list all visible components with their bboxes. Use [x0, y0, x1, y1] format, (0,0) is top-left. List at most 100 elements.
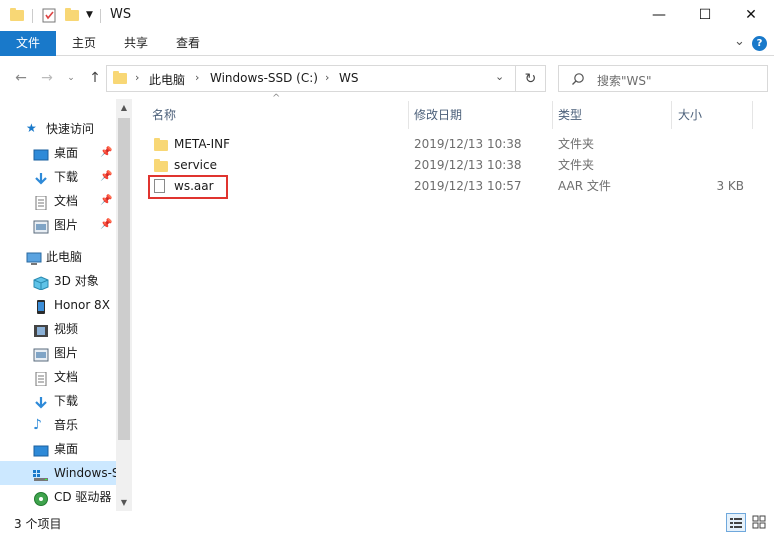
tab-file[interactable]: 文件 — [0, 31, 56, 56]
properties-icon[interactable] — [42, 7, 56, 24]
recent-locations-icon[interactable]: ⌄ — [62, 69, 80, 87]
document-icon — [33, 370, 49, 387]
file-list: ^ 名称 修改日期 类型 大小 META-INF 2019/12/13 10:3… — [132, 93, 774, 511]
column-divider[interactable] — [408, 101, 409, 129]
sort-ascending-icon: ^ — [272, 93, 281, 104]
file-row[interactable]: META-INF 2019/12/13 10:38 文件夹 — [148, 134, 768, 155]
column-divider[interactable] — [671, 101, 672, 129]
ribbon-expand-icon[interactable]: ⌄ — [734, 34, 745, 49]
file-modified: 2019/12/13 10:38 — [414, 137, 522, 151]
document-icon — [33, 194, 49, 211]
desktop-icon — [33, 442, 49, 457]
nav-item-this-pc[interactable]: 此电脑 — [0, 245, 116, 269]
maximize-button[interactable]: ☐ — [682, 0, 728, 30]
scroll-up-arrow-icon[interactable]: ▲ — [116, 99, 132, 116]
title-bar: ▼ WS — ☐ ✕ — [0, 0, 774, 31]
nav-item-windows-ssd[interactable]: Windows-S — [0, 461, 116, 485]
nav-item-3d-objects[interactable]: 3D 对象 — [0, 269, 116, 293]
scroll-thumb[interactable] — [118, 118, 130, 440]
scroll-down-arrow-icon[interactable]: ▼ — [116, 494, 132, 511]
breadcrumb-separator[interactable]: › — [135, 71, 139, 84]
desktop-icon — [33, 146, 49, 161]
nav-item-music[interactable]: ♪ 音乐 — [0, 413, 116, 437]
folder-icon — [113, 71, 127, 84]
tab-share[interactable]: 共享 — [112, 31, 160, 56]
breadcrumb-drive[interactable]: Windows-SSD (C:) — [210, 71, 318, 85]
breadcrumb-separator[interactable]: › — [325, 71, 329, 84]
address-bar[interactable]: › 此电脑 › Windows-SSD (C:) › WS ⌄ — [106, 65, 516, 92]
nav-item-documents[interactable]: 文档 — [0, 365, 116, 389]
up-button[interactable]: ↑ — [86, 69, 104, 87]
pin-icon: 📌 — [100, 147, 113, 158]
close-button[interactable]: ✕ — [728, 0, 774, 30]
file-type: AAR 文件 — [558, 179, 611, 193]
customize-toolbar-icon[interactable]: ▼ — [86, 10, 93, 27]
phone-icon — [33, 298, 49, 314]
window-title: WS — [110, 7, 132, 22]
column-divider[interactable] — [752, 101, 753, 129]
pictures-icon — [33, 346, 49, 362]
toolbar-divider — [32, 9, 33, 23]
folder-icon[interactable] — [10, 7, 24, 24]
download-icon — [33, 394, 49, 409]
status-bar: 3 个项目 — [0, 511, 774, 535]
music-icon: ♪ — [33, 417, 42, 433]
back-button[interactable]: ← — [12, 69, 30, 87]
nav-item-documents-pinned[interactable]: 文档 📌 — [0, 189, 116, 213]
help-icon[interactable]: ? — [752, 36, 767, 51]
nav-scrollbar[interactable]: ▲ ▼ — [116, 99, 132, 511]
breadcrumb-separator[interactable]: › — [195, 71, 199, 84]
file-type: 文件夹 — [558, 158, 595, 172]
nav-item-quick-access[interactable]: ★ 快速访问 — [0, 117, 116, 141]
nav-item-desktop[interactable]: 桌面 — [0, 437, 116, 461]
file-modified: 2019/12/13 10:38 — [414, 158, 522, 172]
nav-item-pictures[interactable]: 图片 — [0, 341, 116, 365]
file-size: 3 KB — [716, 179, 744, 193]
details-view-button[interactable] — [726, 513, 746, 532]
column-header-name[interactable]: 名称 — [152, 99, 176, 131]
nav-item-cd-drive[interactable]: CD 驱动器 — [0, 485, 116, 509]
file-name: META-INF — [174, 137, 231, 151]
column-header-size[interactable]: 大小 — [678, 99, 702, 131]
new-folder-icon[interactable] — [65, 7, 79, 24]
breadcrumb-this-pc[interactable]: 此电脑 — [149, 71, 185, 88]
address-row: ← → ⌄ ↑ › 此电脑 › Windows-SSD (C:) › WS ⌄ … — [0, 57, 774, 99]
nav-item-honor-8x[interactable]: Honor 8X — [0, 293, 116, 317]
file-row[interactable]: ws.aar 2019/12/13 10:57 AAR 文件 3 KB — [148, 176, 768, 197]
tab-home[interactable]: 主页 — [60, 31, 108, 56]
pin-icon: 📌 — [100, 219, 113, 230]
address-dropdown-icon[interactable]: ⌄ — [495, 70, 504, 83]
details-view-icon — [730, 518, 742, 528]
file-type: 文件夹 — [558, 137, 595, 151]
search-input[interactable]: 搜索"WS" — [558, 65, 768, 92]
nav-item-pictures-pinned[interactable]: 图片 📌 — [0, 213, 116, 237]
file-row[interactable]: service 2019/12/13 10:38 文件夹 — [148, 155, 768, 176]
item-count: 3 个项目 — [14, 517, 62, 531]
column-header-type[interactable]: 类型 — [558, 99, 582, 131]
folder-icon — [154, 138, 168, 151]
forward-button[interactable]: → — [38, 69, 56, 87]
minimize-button[interactable]: — — [636, 0, 682, 30]
nav-item-videos[interactable]: 视频 — [0, 317, 116, 341]
tab-view[interactable]: 查看 — [164, 31, 212, 56]
video-icon — [33, 322, 49, 337]
large-icons-view-button[interactable] — [750, 513, 770, 532]
highlight-box — [148, 175, 228, 199]
breadcrumb-ws[interactable]: WS — [339, 71, 358, 85]
file-modified: 2019/12/13 10:57 — [414, 179, 522, 193]
download-icon — [33, 170, 49, 185]
ribbon-tabs: 文件 主页 共享 查看 ⌄ ? — [0, 31, 774, 56]
nav-item-downloads[interactable]: 下载 — [0, 389, 116, 413]
cd-drive-icon — [33, 490, 49, 506]
column-divider[interactable] — [552, 101, 553, 129]
folder-icon — [154, 159, 168, 172]
pin-icon: 📌 — [100, 171, 113, 182]
nav-item-downloads-pinned[interactable]: 下载 📌 — [0, 165, 116, 189]
column-header-modified[interactable]: 修改日期 — [414, 99, 462, 131]
drive-icon — [33, 466, 49, 481]
search-icon — [572, 73, 584, 85]
nav-item-desktop-pinned[interactable]: 桌面 📌 — [0, 141, 116, 165]
pin-icon: 📌 — [100, 195, 113, 206]
computer-icon — [26, 250, 42, 265]
refresh-button[interactable]: ↻ — [516, 65, 546, 92]
